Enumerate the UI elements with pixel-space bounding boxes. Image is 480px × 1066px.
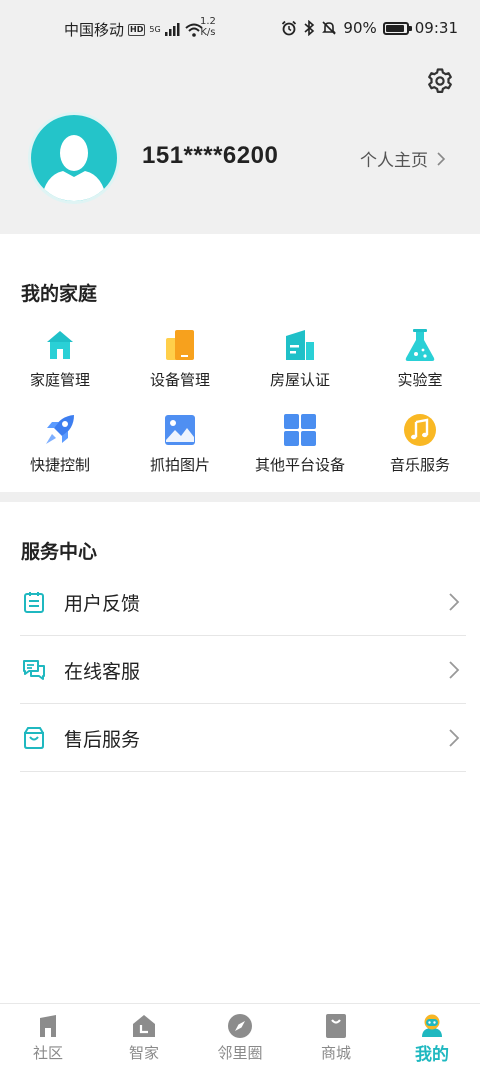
family-item-music[interactable]: 音乐服务 bbox=[360, 411, 480, 496]
family-item-house[interactable]: 家庭管理 bbox=[0, 326, 120, 411]
signal-icon bbox=[164, 23, 180, 36]
family-item-label: 其他平台设备 bbox=[254, 456, 345, 474]
family-item-label: 音乐服务 bbox=[389, 456, 450, 474]
tab-smart-home[interactable]: 智家 bbox=[96, 1004, 192, 1066]
hd-badge: HD bbox=[128, 23, 146, 36]
battery-percent: 90% bbox=[343, 19, 377, 37]
service-row-online-support[interactable]: 在线客服 bbox=[20, 636, 466, 704]
mute-icon bbox=[322, 21, 337, 35]
tab-me[interactable]: 我的 bbox=[384, 1004, 480, 1066]
section-divider bbox=[0, 492, 480, 502]
user-phone: 151****6200 bbox=[142, 142, 279, 169]
network-type: 5G bbox=[149, 24, 161, 34]
chevron-right-icon bbox=[437, 151, 446, 166]
battery-icon bbox=[382, 21, 412, 35]
family-item-label: 设备管理 bbox=[149, 371, 210, 389]
family-item-snapshot[interactable]: 抓拍图片 bbox=[120, 411, 240, 496]
flask-icon bbox=[405, 329, 435, 361]
building-icon bbox=[286, 330, 314, 360]
family-item-lab[interactable]: 实验室 bbox=[360, 326, 480, 411]
family-item-label: 实验室 bbox=[397, 371, 443, 389]
family-item-label: 抓拍图片 bbox=[149, 456, 210, 474]
me-icon bbox=[422, 1014, 442, 1037]
family-grid: 家庭管理 设备管理 房屋认证 实验室 快捷控制 抓拍图片 其他平台设备 音乐服务 bbox=[0, 326, 480, 496]
chevron-right-icon bbox=[449, 661, 460, 679]
tab-label: 商城 bbox=[320, 1044, 351, 1062]
gear-icon[interactable] bbox=[425, 66, 455, 96]
tab-community[interactable]: 社区 bbox=[0, 1004, 96, 1066]
tab-label: 我的 bbox=[415, 1045, 449, 1065]
family-item-label: 家庭管理 bbox=[29, 371, 90, 389]
tab-label: 智家 bbox=[128, 1044, 159, 1062]
service-row-after-sales[interactable]: 售后服务 bbox=[20, 704, 466, 772]
service-row-label: 在线客服 bbox=[64, 661, 141, 683]
rocket-icon bbox=[46, 415, 74, 444]
tab-label: 邻里圈 bbox=[217, 1044, 263, 1062]
family-item-label: 房屋认证 bbox=[269, 371, 330, 389]
family-item-label: 快捷控制 bbox=[29, 456, 90, 474]
chevron-right-icon bbox=[449, 593, 460, 611]
chat-icon bbox=[23, 660, 45, 680]
chevron-right-icon bbox=[449, 729, 460, 747]
image-icon bbox=[165, 415, 195, 445]
smart-home-icon bbox=[133, 1015, 155, 1037]
community-icon bbox=[40, 1015, 56, 1037]
alarm-icon bbox=[282, 20, 297, 36]
homepage-link[interactable]: 个人主页 bbox=[360, 146, 446, 171]
avatar[interactable] bbox=[28, 112, 120, 204]
bottom-nav: 社区 智家 邻里圈 商城 我的 bbox=[0, 1003, 480, 1066]
service-row-label: 售后服务 bbox=[64, 729, 141, 751]
services-section-title: 服务中心 bbox=[21, 541, 98, 563]
family-item-other-platform[interactable]: 其他平台设备 bbox=[240, 411, 360, 496]
family-section-title: 我的家庭 bbox=[21, 283, 98, 305]
status-left: 中国移动 HD 5G bbox=[64, 19, 203, 40]
family-item-device[interactable]: 设备管理 bbox=[120, 326, 240, 411]
service-row-label: 用户反馈 bbox=[64, 593, 141, 615]
bag-icon bbox=[24, 727, 44, 749]
clock: 09:31 bbox=[414, 19, 458, 37]
default-avatar-icon bbox=[41, 135, 107, 201]
music-icon bbox=[404, 414, 436, 446]
tab-label: 社区 bbox=[32, 1044, 63, 1062]
bluetooth-icon bbox=[304, 20, 315, 36]
grid-icon bbox=[284, 414, 316, 446]
homepage-link-label: 个人主页 bbox=[360, 151, 428, 171]
device-icon bbox=[166, 330, 194, 360]
tab-neighborhood[interactable]: 邻里圈 bbox=[192, 1004, 288, 1066]
family-item-building[interactable]: 房屋认证 bbox=[240, 326, 360, 411]
speed-value: 1.2 bbox=[200, 16, 216, 27]
house-icon bbox=[47, 331, 73, 359]
status-bar: 中国移动 HD 5G 1.2 K/s 90% 09:31 bbox=[0, 0, 480, 60]
battery-fill bbox=[385, 24, 404, 32]
network-speed: 1.2 K/s bbox=[200, 16, 216, 38]
tab-shop[interactable]: 商城 bbox=[288, 1004, 384, 1066]
status-right: 90% 09:31 bbox=[281, 19, 458, 37]
family-item-quick-control[interactable]: 快捷控制 bbox=[0, 411, 120, 496]
speed-unit: K/s bbox=[200, 27, 216, 38]
carrier-name: 中国移动 bbox=[64, 21, 125, 39]
service-row-feedback[interactable]: 用户反馈 bbox=[20, 568, 466, 636]
calendar-icon bbox=[24, 592, 44, 613]
shop-icon bbox=[326, 1014, 346, 1038]
compass-icon bbox=[228, 1014, 252, 1038]
profile-header: 中国移动 HD 5G 1.2 K/s 90% 09:31 151****6200… bbox=[0, 0, 480, 234]
